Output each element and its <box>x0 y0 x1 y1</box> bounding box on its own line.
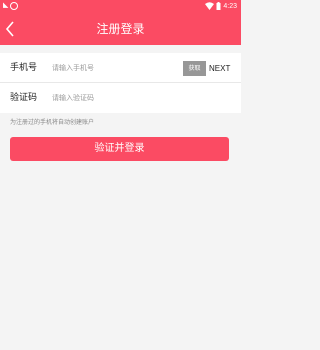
wifi-icon <box>205 2 215 10</box>
app-bar: 注册登录 <box>0 13 241 45</box>
code-row: 验证码 <box>0 83 241 113</box>
phone-label: 手机号 <box>10 63 38 73</box>
code-label: 验证码 <box>10 93 38 103</box>
login-form: 手机号 获取 NEXT 验证码 <box>0 53 241 113</box>
status-time: 4:23 <box>223 2 237 10</box>
phone-row: 手机号 获取 NEXT <box>0 53 241 83</box>
status-bar-left: ◣ <box>3 1 19 10</box>
verify-login-button[interactable]: 验证并登录 <box>10 137 229 161</box>
battery-icon <box>216 2 221 10</box>
status-bar-right: 4:23 <box>205 2 237 10</box>
auto-register-hint: 为注册过的手机将自动创建账户 <box>10 119 95 126</box>
notification-icon: ◣ <box>3 1 9 9</box>
app-icon <box>10 1 19 10</box>
next-button[interactable]: NEXT <box>209 61 230 76</box>
status-bar: ◣ 4:23 <box>0 0 241 13</box>
get-code-button[interactable]: 获取 <box>183 61 206 76</box>
page-title: 注册登录 <box>96 22 145 36</box>
phone-input[interactable] <box>52 60 172 76</box>
verification-code-input[interactable] <box>52 90 172 106</box>
